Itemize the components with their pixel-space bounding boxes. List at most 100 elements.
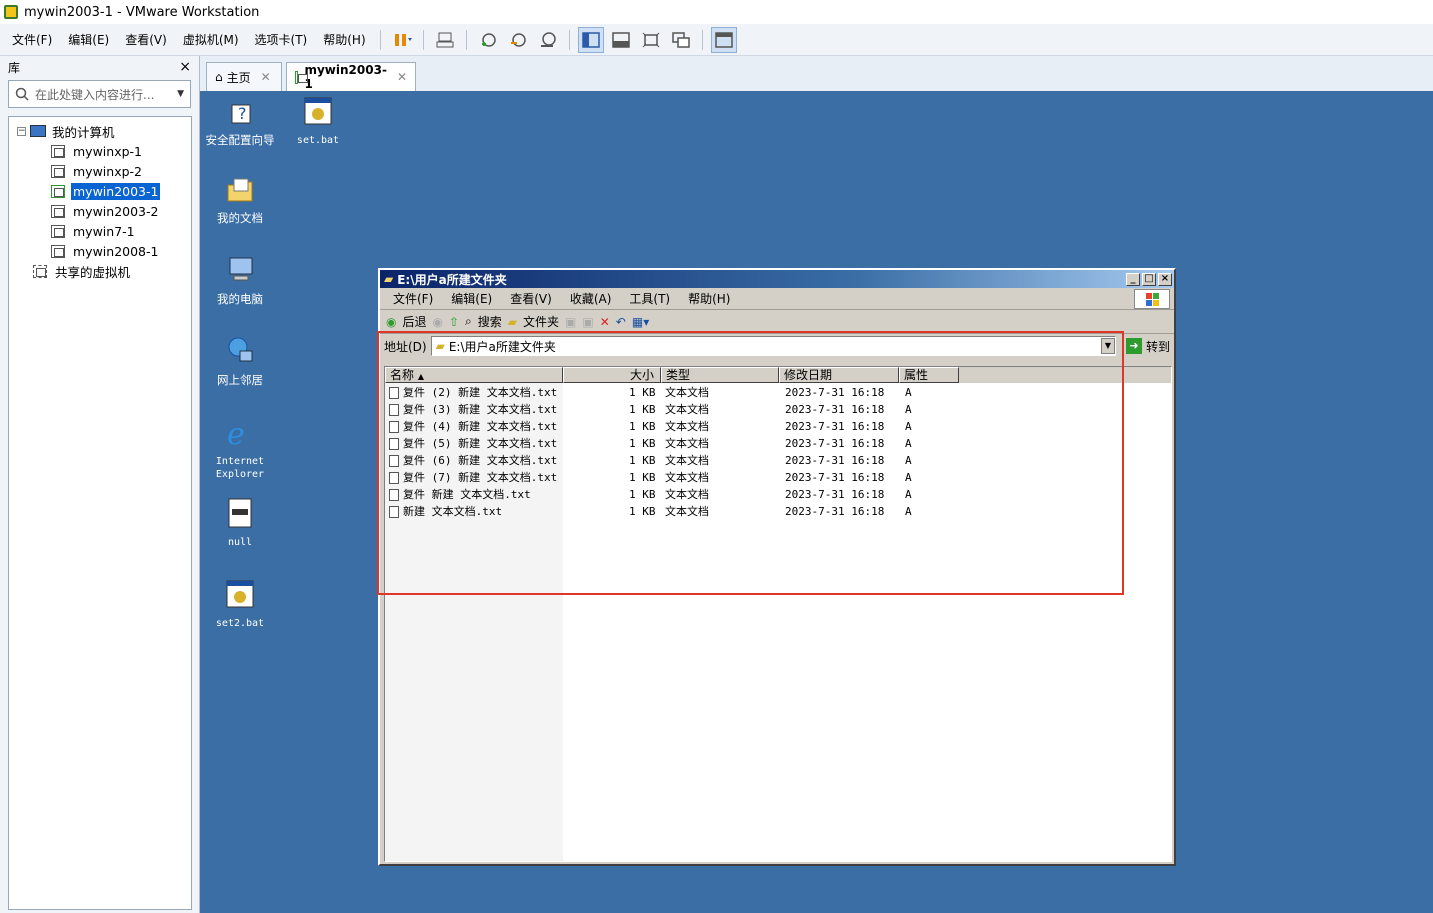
svg-text:?: ? xyxy=(238,104,247,123)
desktop-icon[interactable]: set.bat xyxy=(278,95,358,147)
tab-label: 主页 xyxy=(226,70,251,85)
menu-file[interactable]: 文件(F) xyxy=(4,25,60,55)
desktop-icon[interactable]: set2.bat xyxy=(200,578,280,630)
undo-icon[interactable]: ↶ xyxy=(616,315,626,329)
library-close-button[interactable]: × xyxy=(179,59,191,75)
tree-node-vm[interactable]: mywin2003-2 xyxy=(9,201,191,221)
tree-node-shared-vms[interactable]: 共享的虚拟机 xyxy=(9,261,191,281)
my-computer-icon xyxy=(229,257,253,281)
search-icon xyxy=(15,87,29,101)
tree-node-vm[interactable]: mywinxp-1 xyxy=(9,141,191,161)
desktop-icon[interactable]: e Internet Explorer xyxy=(200,416,280,481)
folders-button[interactable]: 文件夹 xyxy=(523,313,559,330)
close-icon[interactable]: ✕ xyxy=(261,70,271,84)
desktop-icon-label: null xyxy=(227,537,253,548)
desktop-icon[interactable]: ? 安全配置向导 xyxy=(200,95,280,147)
tree-label: mywin2003-1 xyxy=(71,182,161,200)
close-button[interactable]: × xyxy=(1158,272,1172,286)
show-library-icon[interactable] xyxy=(577,26,604,53)
desktop-icon[interactable]: 网上邻居 xyxy=(200,335,280,387)
minimize-button[interactable]: _ xyxy=(1126,272,1140,286)
desktop-icon-label: Internet Explorer xyxy=(215,456,265,480)
explorer-menu-file[interactable]: 文件(F) xyxy=(384,290,442,307)
move-to-icon[interactable]: ▣ xyxy=(565,315,576,329)
toolbar-separator xyxy=(568,29,570,50)
pause-icon[interactable] xyxy=(389,27,415,53)
vm-icon xyxy=(51,224,65,238)
revert-snapshot-icon[interactable] xyxy=(505,27,531,53)
explorer-menu-view[interactable]: 查看(V) xyxy=(501,290,561,307)
generic-file-icon xyxy=(228,498,252,528)
library-panel: 库 × 在此处键入内容进行... ▼ − 我的计算机 mywinxp-1 myw… xyxy=(0,56,200,913)
desktop-icon[interactable]: 我的文档 xyxy=(200,173,280,225)
internet-explorer-icon: e xyxy=(227,417,245,452)
computer-icon xyxy=(30,125,46,137)
tree-label: mywinxp-2 xyxy=(73,163,142,179)
title-bar: mywin2003-1 - VMware Workstation xyxy=(0,0,1433,24)
explorer-menu-edit[interactable]: 编辑(E) xyxy=(442,290,501,307)
tab-label: mywin2003-1 xyxy=(304,63,387,91)
menu-edit[interactable]: 编辑(E) xyxy=(60,25,117,55)
tree-node-vm[interactable]: mywin7-1 xyxy=(9,221,191,241)
menu-help[interactable]: 帮助(H) xyxy=(315,25,373,55)
my-documents-icon xyxy=(227,178,253,202)
explorer-menu-tools[interactable]: 工具(T) xyxy=(620,290,679,307)
go-button[interactable]: ➜ 转到 xyxy=(1125,338,1170,355)
tab-home[interactable]: ⌂ 主页 ✕ xyxy=(206,62,282,91)
toolbar-separator xyxy=(465,29,467,50)
tree-node-vm[interactable]: mywinxp-2 xyxy=(9,161,191,181)
desktop-icon[interactable]: 我的电脑 xyxy=(200,254,280,306)
tab-bar: ⌂ 主页 ✕ mywin2003-1 ✕ xyxy=(200,56,1433,91)
batch-file-icon xyxy=(304,97,332,125)
explorer-menu-bar: 文件(F) 编辑(E) 查看(V) 收藏(A) 工具(T) 帮助(H) xyxy=(380,288,1174,310)
delete-icon[interactable]: ✕ xyxy=(600,315,610,329)
copy-to-icon[interactable]: ▣ xyxy=(582,315,593,329)
views-icon[interactable]: ▦▾ xyxy=(632,315,649,329)
tree-node-vm[interactable]: mywin2008-1 xyxy=(9,241,191,261)
vm-icon xyxy=(51,144,65,158)
back-icon[interactable]: ◉ xyxy=(386,315,396,329)
tree-node-vm-selected[interactable]: mywin2003-1 xyxy=(9,181,191,201)
vm-icon xyxy=(51,204,65,218)
tab-vm[interactable]: mywin2003-1 ✕ xyxy=(286,62,416,91)
chevron-down-icon[interactable]: ▼ xyxy=(177,89,184,99)
menu-vm[interactable]: 虚拟机(M) xyxy=(175,25,247,55)
home-icon: ⌂ xyxy=(215,70,223,84)
library-search[interactable]: 在此处键入内容进行... ▼ xyxy=(8,80,191,108)
tree-label: mywin7-1 xyxy=(73,223,135,239)
explorer-title: E:\用户a所建文件夹 xyxy=(397,272,507,287)
collapse-icon[interactable]: − xyxy=(17,126,26,136)
back-button[interactable]: 后退 xyxy=(402,313,426,330)
menu-tabs[interactable]: 选项卡(T) xyxy=(247,25,316,55)
tree-node-my-computer[interactable]: − 我的计算机 xyxy=(9,121,191,141)
tree-label: mywin2003-2 xyxy=(73,203,159,219)
unity-icon[interactable] xyxy=(668,27,694,53)
toolbar-separator xyxy=(701,29,703,50)
security-wizard-icon: ? xyxy=(231,104,251,124)
explorer-menu-help[interactable]: 帮助(H) xyxy=(679,290,739,307)
toolbar-separator xyxy=(379,29,381,50)
up-folder-icon[interactable]: ⇧ xyxy=(449,315,459,329)
explorer-title-bar: ▰ E:\用户a所建文件夹 _ □ × xyxy=(380,270,1174,288)
vmware-window: mywin2003-1 - VMware Workstation 文件(F) 编… xyxy=(0,0,1433,913)
tree-label: mywin2008-1 xyxy=(73,243,159,259)
forward-icon[interactable]: ◉ xyxy=(433,315,443,329)
tree-label: 我的计算机 xyxy=(52,124,115,140)
search-icon: ⌕ xyxy=(465,314,472,328)
folders-icon: ▰ xyxy=(507,314,518,329)
explorer-menu-favorites[interactable]: 收藏(A) xyxy=(561,290,621,307)
search-button[interactable]: 搜索 xyxy=(478,313,502,330)
snapshot-icon[interactable] xyxy=(475,27,501,53)
console-view-icon[interactable] xyxy=(710,26,737,53)
fullscreen-icon[interactable] xyxy=(638,27,664,53)
desktop-icon-label: set2.bat xyxy=(215,618,265,629)
send-keys-icon[interactable] xyxy=(432,27,458,53)
desktop-icon[interactable]: null xyxy=(200,497,280,549)
menu-view[interactable]: 查看(V) xyxy=(117,25,175,55)
close-icon[interactable]: ✕ xyxy=(397,70,407,84)
maximize-button[interactable]: □ xyxy=(1142,272,1156,286)
search-input[interactable]: 在此处键入内容进行... xyxy=(35,86,177,103)
snapshot-manager-icon[interactable] xyxy=(535,27,561,53)
thumbnail-icon[interactable] xyxy=(608,27,634,53)
vm-running-icon xyxy=(295,70,311,84)
